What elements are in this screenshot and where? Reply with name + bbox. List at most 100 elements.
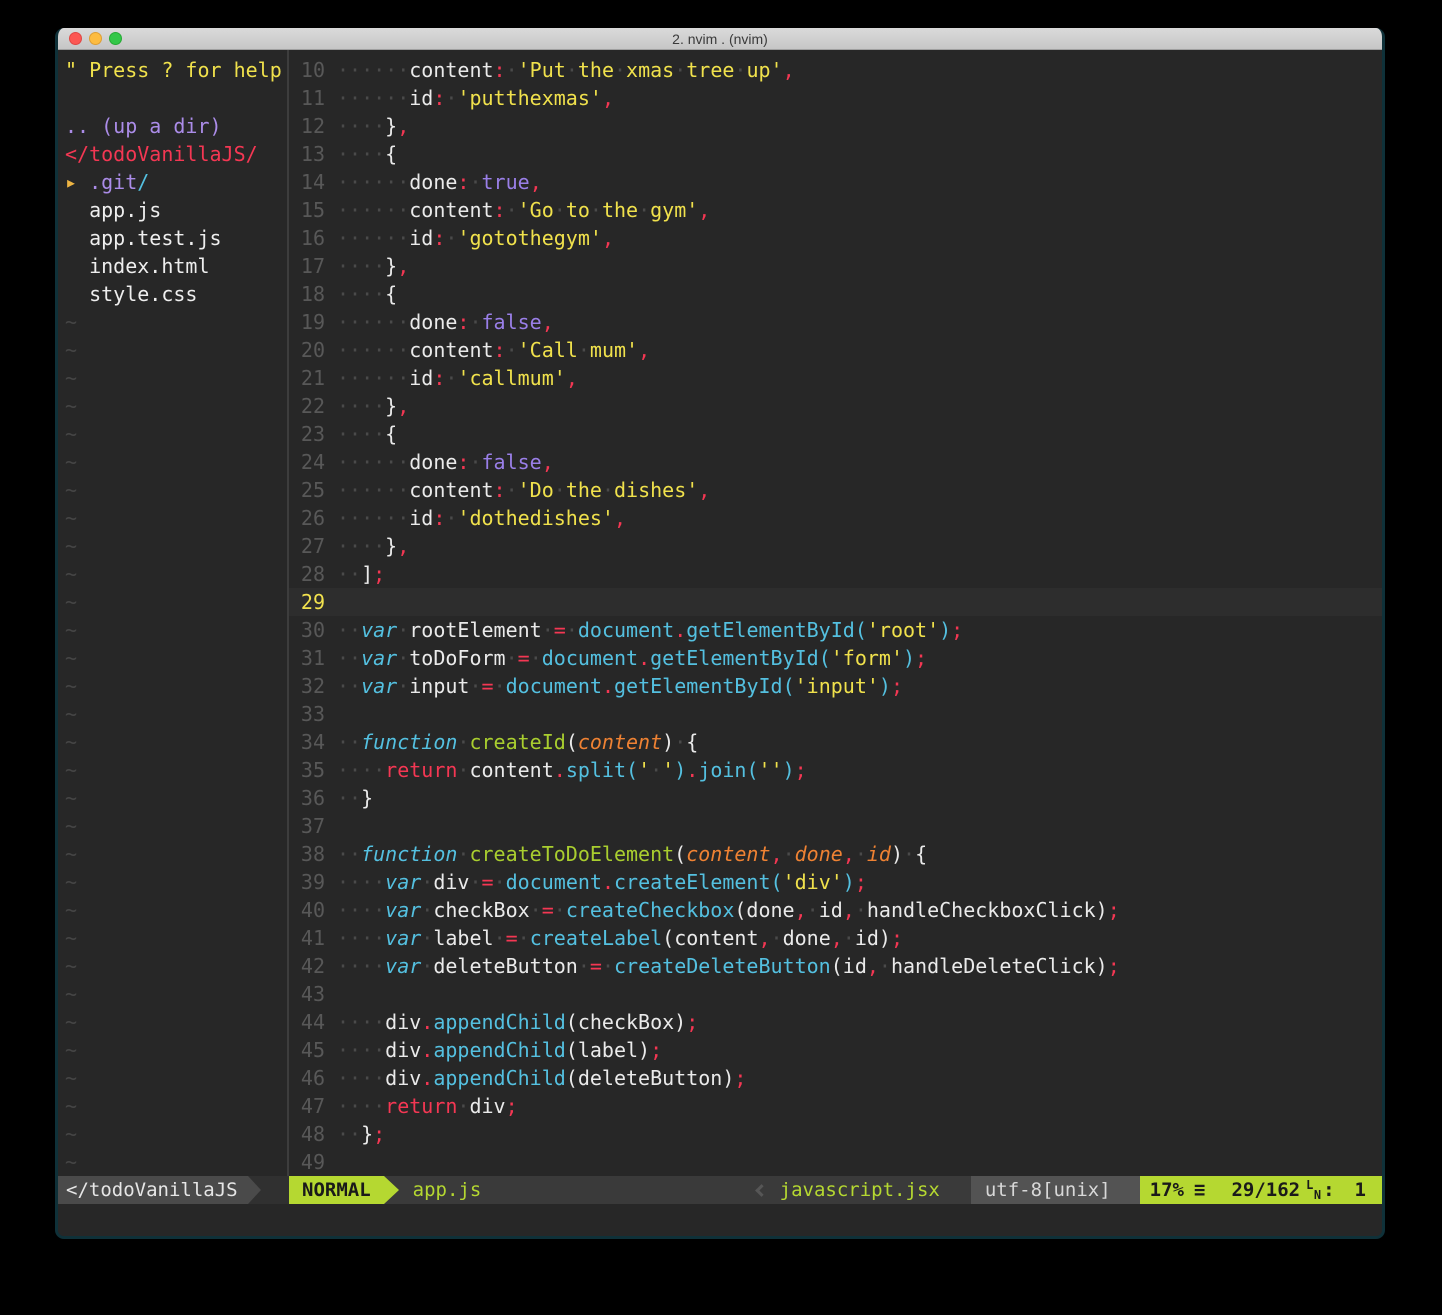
line-number: 14 [289,168,325,196]
position-colon: : [1323,1176,1334,1204]
empty-line-tilde: ~ [65,1120,287,1148]
code-line[interactable]: 48 ··}; [289,1120,1382,1148]
empty-line-tilde: ~ [65,672,287,700]
code-line[interactable]: 23····{ [289,420,1382,448]
explorer-item[interactable] [65,84,287,112]
explorer-item[interactable]: app.js [65,196,287,224]
code-line[interactable]: 30··var·rootElement·=·document.getElemen… [289,616,1382,644]
line-number: 19 [289,308,325,336]
statusline-editor-segment: NORMAL app.js javascript.jsx utf-8[unix]… [289,1176,1382,1204]
code-line[interactable]: 11······id:·'putthexmas', [289,84,1382,112]
code-line[interactable]: 33 [289,700,1382,728]
editor-buffer[interactable]: 10······content:·'Put·the·xmas·tree·up',… [289,56,1382,1176]
code-line[interactable]: 36··} [289,784,1382,812]
code-line[interactable]: 46 ····div.appendChild(deleteButton); [289,1064,1382,1092]
code-line[interactable]: 15······content:·'Go·to·the·gym', [289,196,1382,224]
encoding-segment: utf-8[unix] [956,1176,1125,1204]
code-text: ··var·toDoForm·=·document.getElementById… [337,644,1378,672]
code-line[interactable]: 47 ····return·div; [289,1092,1382,1120]
code-text: ····div.appendChild(deleteButton); [337,1064,1378,1092]
window-title: 2. nvim . (nvim) [672,31,768,47]
code-text [337,980,1378,1008]
explorer-item[interactable]: </todoVanillaJS/ [65,140,287,168]
encoding-label: utf-8[unix] [971,1176,1125,1204]
code-line[interactable]: 13····{ [289,140,1382,168]
empty-line-tilde: ~ [65,924,287,952]
code-line[interactable]: 32··var·input·=·document.getElementById(… [289,672,1382,700]
code-line[interactable]: 43 [289,980,1382,1008]
empty-line-tilde: ~ [65,420,287,448]
code-line[interactable]: 19······done:·false, [289,308,1382,336]
explorer-item[interactable]: ▸ .git/ [65,168,287,196]
explorer-item[interactable]: app.test.js [65,224,287,252]
code-text: ··function·createToDoElement(content,·do… [337,840,1378,868]
code-line[interactable]: 49 [289,1148,1382,1176]
line-number: 44 [289,1008,325,1036]
code-text: ······id:·'gotothegym', [337,224,1378,252]
code-line[interactable]: 21······id:·'callmum', [289,364,1382,392]
empty-line-tilde: ~ [65,504,287,532]
explorer-item[interactable]: style.css [65,280,287,308]
empty-line-tilde: ~ [65,868,287,896]
code-text: ··}; [337,1120,1378,1148]
code-line[interactable]: 44 ····div.appendChild(checkBox); [289,1008,1382,1036]
code-line[interactable]: 29 [289,588,1382,616]
code-line[interactable]: 37 [289,812,1382,840]
code-text: ····return·div; [337,1092,1378,1120]
cursor-position: 29/162 [1231,1176,1300,1204]
code-text: ······id:·'callmum', [337,364,1378,392]
line-number: 23 [289,420,325,448]
titlebar[interactable]: 2. nvim . (nvim) [58,28,1382,50]
explorer-item[interactable]: " Press ? for help [65,56,287,84]
code-line[interactable]: 26······id:·'dothedishes', [289,504,1382,532]
line-number: 47 [289,1092,325,1120]
line-number: 39 [289,868,325,896]
code-line[interactable]: 18····{ [289,280,1382,308]
code-text: ····div.appendChild(checkBox); [337,1008,1378,1036]
command-line[interactable] [58,1204,1382,1238]
line-number: 49 [289,1148,325,1176]
code-line[interactable]: 34··function·createId(content)·{ [289,728,1382,756]
line-number: 18 [289,280,325,308]
explorer-item[interactable]: .. (up a dir) [65,112,287,140]
code-line[interactable]: 20······content:·'Call·mum', [289,336,1382,364]
close-button[interactable] [69,32,82,45]
code-line[interactable]: 35····return·content.split('·').join('')… [289,756,1382,784]
code-line[interactable]: 12····}, [289,112,1382,140]
empty-line-tilde: ~ [65,1092,287,1120]
code-line[interactable]: 38··function·createToDoElement(content,·… [289,840,1382,868]
code-line[interactable]: 24······done:·false, [289,448,1382,476]
line-number: 16 [289,224,325,252]
empty-line-tilde: ~ [65,756,287,784]
empty-line-tilde: ~ [65,476,287,504]
code-line[interactable]: 40····var·checkBox·=·createCheckbox(done… [289,896,1382,924]
empty-line-tilde: ~ [65,364,287,392]
code-line[interactable]: 17····}, [289,252,1382,280]
code-line[interactable]: 27····}, [289,532,1382,560]
statusline-spacer [481,1176,756,1204]
zoom-button[interactable] [109,32,122,45]
code-line[interactable]: 14······done:·true, [289,168,1382,196]
minimize-button[interactable] [89,32,102,45]
empty-line-tilde: ~ [65,1148,287,1176]
line-number: 48 [289,1120,325,1148]
code-text: ······content:·'Go·to·the·gym', [337,196,1378,224]
code-line[interactable]: 45····div.appendChild(label); [289,1036,1382,1064]
explorer-item[interactable]: index.html [65,252,287,280]
code-line[interactable]: 16 ······id:·'gotothegym', [289,224,1382,252]
line-number: 30 [289,616,325,644]
code-text: ······content:·'Call·mum', [337,336,1378,364]
code-line[interactable]: 10······content:·'Put·the·xmas·tree·up', [289,56,1382,84]
line-number: 46 [289,1064,325,1092]
file-explorer[interactable]: " Press ? for help .. (up a dir)</todoVan… [58,56,287,1176]
line-number: 17 [289,252,325,280]
code-line[interactable]: 39····var·div·=·document.createElement('… [289,868,1382,896]
code-line[interactable]: 28··]; [289,560,1382,588]
code-line[interactable]: 22····}, [289,392,1382,420]
code-line[interactable]: 41····var·label·=·createLabel(content,·d… [289,924,1382,952]
code-line[interactable]: 42····var·deleteButton·=·createDeleteBut… [289,952,1382,980]
powerline-separator-icon [248,1176,261,1204]
code-line[interactable]: 31··var·toDoForm·=·document.getElementBy… [289,644,1382,672]
empty-line-tilde: ~ [65,840,287,868]
code-line[interactable]: 25······content:·'Do·the·dishes', [289,476,1382,504]
